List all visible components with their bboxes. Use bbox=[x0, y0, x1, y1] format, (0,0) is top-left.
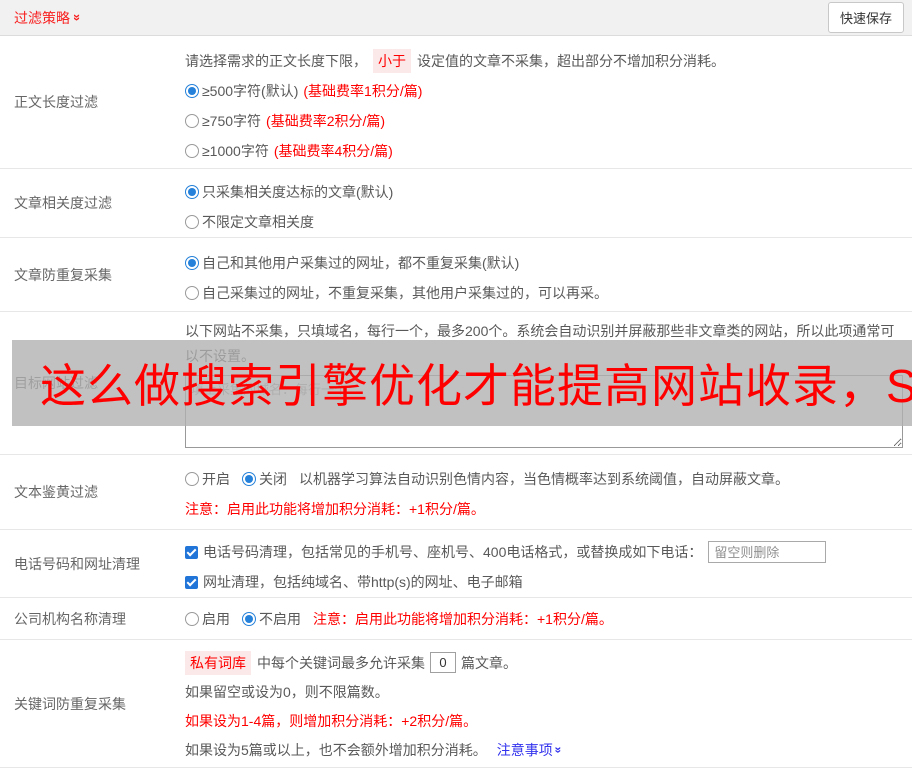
radio-option-500[interactable]: ≥500字符(默认) (基础费率1积分/篇) bbox=[185, 76, 904, 106]
porn-filter-warning: 注意：启用此功能将增加积分消耗：+1积分/篇。 bbox=[185, 494, 904, 524]
section-content: 开启 关闭 以机器学习算法自动识别色情内容，当色情概率达到系统阈值，自动屏蔽文章… bbox=[185, 455, 912, 529]
notes-link[interactable]: 注意事项 » bbox=[497, 740, 562, 760]
section-relevance: 文章相关度过滤 只采集相关度达标的文章(默认) 不限定文章相关度 bbox=[0, 169, 912, 238]
page-title-label: 过滤策略 bbox=[14, 8, 70, 28]
radio-icon[interactable] bbox=[185, 144, 199, 158]
radio-icon[interactable] bbox=[185, 256, 199, 270]
radio-icon[interactable] bbox=[185, 114, 199, 128]
radio-icon[interactable] bbox=[185, 472, 199, 486]
radio-option-porn-off[interactable]: 关闭 bbox=[242, 469, 287, 489]
radio-option-company-off[interactable]: 不启用 bbox=[242, 609, 301, 629]
radio-option-relevance-any[interactable]: 不限定文章相关度 bbox=[185, 207, 904, 237]
section-label: 文章防重复采集 bbox=[0, 238, 185, 311]
radio-option-dedup-own[interactable]: 自己采集过的网址，不重复采集，其他用户采集过的，可以再采。 bbox=[185, 278, 904, 308]
section-content: 只采集相关度达标的文章(默认) 不限定文章相关度 bbox=[185, 169, 912, 237]
fee-note: (基础费率2积分/篇) bbox=[266, 111, 385, 131]
section-label: 正文长度过滤 bbox=[0, 36, 185, 168]
checkbox-option-url[interactable]: 网址清理，包括纯域名、带http(s)的网址、电子邮箱 bbox=[185, 567, 904, 597]
radio-icon[interactable] bbox=[185, 185, 199, 199]
fee-note: (基础费率4积分/篇) bbox=[274, 141, 393, 161]
section-label: 公司机构名称清理 bbox=[0, 598, 185, 639]
promo-overlay-text: 这么做搜索引擎优化才能提高网站收录，SE bbox=[12, 350, 912, 416]
body-length-intro: 请选择需求的正文长度下限， 小于 设定值的文章不采集，超出部分不增加积分消耗。 bbox=[185, 46, 904, 76]
section-porn-filter: 文本鉴黄过滤 开启 关闭 以机器学习算法自动识别色情内容，当色情概率达到系统阈值… bbox=[0, 455, 912, 530]
radio-icon[interactable] bbox=[185, 612, 199, 626]
radio-option-1000[interactable]: ≥1000字符 (基础费率4积分/篇) bbox=[185, 136, 904, 166]
page-header: 过滤策略 » 快速保存 bbox=[0, 0, 912, 36]
checkbox-icon[interactable] bbox=[185, 576, 198, 589]
chevron-double-down-icon: » bbox=[552, 746, 564, 753]
section-label: 电话号码和网址清理 bbox=[0, 530, 185, 597]
section-content: 启用 不启用 注意：启用此功能将增加积分消耗：+1积分/篇。 bbox=[185, 598, 912, 639]
checkbox-icon[interactable] bbox=[185, 546, 198, 559]
section-label: 关键词防重复采集 bbox=[0, 640, 185, 767]
keyword-note-2: 如果设为1-4篇，则增加积分消耗：+2积分/篇。 bbox=[185, 706, 904, 735]
porn-filter-description: 以机器学习算法自动识别色情内容，当色情概率达到系统阈值，自动屏蔽文章。 bbox=[299, 469, 789, 489]
radio-icon[interactable] bbox=[185, 286, 199, 300]
company-warning: 注意：启用此功能将增加积分消耗：+1积分/篇。 bbox=[313, 609, 613, 629]
radio-icon[interactable] bbox=[242, 612, 256, 626]
section-content: 自己和其他用户采集过的网址，都不重复采集(默认) 自己采集过的网址，不重复采集，… bbox=[185, 238, 912, 311]
section-label: 文章相关度过滤 bbox=[0, 169, 185, 237]
section-dedup: 文章防重复采集 自己和其他用户采集过的网址，都不重复采集(默认) 自己采集过的网… bbox=[0, 238, 912, 312]
section-company: 公司机构名称清理 启用 不启用 注意：启用此功能将增加积分消耗：+1积分/篇。 bbox=[0, 598, 912, 640]
phone-replacement-input[interactable] bbox=[708, 541, 826, 563]
section-content: 私有词库 中每个关键词最多允许采集 篇文章。 如果留空或设为0，则不限篇数。 如… bbox=[185, 640, 912, 767]
keyword-note-1: 如果留空或设为0，则不限篇数。 bbox=[185, 677, 904, 706]
radio-option-relevance-strict[interactable]: 只采集相关度达标的文章(默认) bbox=[185, 177, 904, 207]
radio-icon[interactable] bbox=[242, 472, 256, 486]
radio-option-company-on[interactable]: 启用 bbox=[185, 609, 230, 629]
keyword-note-3: 如果设为5篇或以上，也不会额外增加积分消耗。 bbox=[185, 740, 487, 760]
section-label: 文本鉴黄过滤 bbox=[0, 455, 185, 529]
keyword-count-input[interactable] bbox=[430, 652, 456, 673]
quick-save-button[interactable]: 快速保存 bbox=[828, 2, 904, 33]
radio-icon[interactable] bbox=[185, 84, 199, 98]
private-thesaurus-badge[interactable]: 私有词库 bbox=[185, 651, 251, 675]
checkbox-option-phone[interactable]: 电话号码清理，包括常见的手机号、座机号、400电话格式，或替换成如下电话： bbox=[185, 537, 904, 567]
radio-option-porn-on[interactable]: 开启 bbox=[185, 469, 230, 489]
section-keyword: 关键词防重复采集 私有词库 中每个关键词最多允许采集 篇文章。 如果留空或设为0… bbox=[0, 640, 912, 768]
filter-strategy-page: 过滤策略 » 快速保存 正文长度过滤 请选择需求的正文长度下限， 小于 设定值的… bbox=[0, 0, 912, 768]
section-phone-url: 电话号码和网址清理 电话号码清理，包括常见的手机号、座机号、400电话格式，或替… bbox=[0, 530, 912, 598]
section-body-length: 正文长度过滤 请选择需求的正文长度下限， 小于 设定值的文章不采集，超出部分不增… bbox=[0, 36, 912, 169]
chevron-double-down-icon: » bbox=[71, 14, 84, 21]
fee-note: (基础费率1积分/篇) bbox=[303, 81, 422, 101]
section-content: 请选择需求的正文长度下限， 小于 设定值的文章不采集，超出部分不增加积分消耗。 … bbox=[185, 36, 912, 168]
radio-icon[interactable] bbox=[185, 215, 199, 229]
section-content: 电话号码清理，包括常见的手机号、座机号、400电话格式，或替换成如下电话： 网址… bbox=[185, 530, 912, 597]
radio-option-750[interactable]: ≥750字符 (基础费率2积分/篇) bbox=[185, 106, 904, 136]
page-title[interactable]: 过滤策略 » bbox=[14, 8, 81, 28]
promo-overlay-banner: 这么做搜索引擎优化才能提高网站收录，SE bbox=[12, 340, 912, 426]
less-than-highlight: 小于 bbox=[373, 49, 411, 73]
radio-option-dedup-all[interactable]: 自己和其他用户采集过的网址，都不重复采集(默认) bbox=[185, 248, 904, 278]
